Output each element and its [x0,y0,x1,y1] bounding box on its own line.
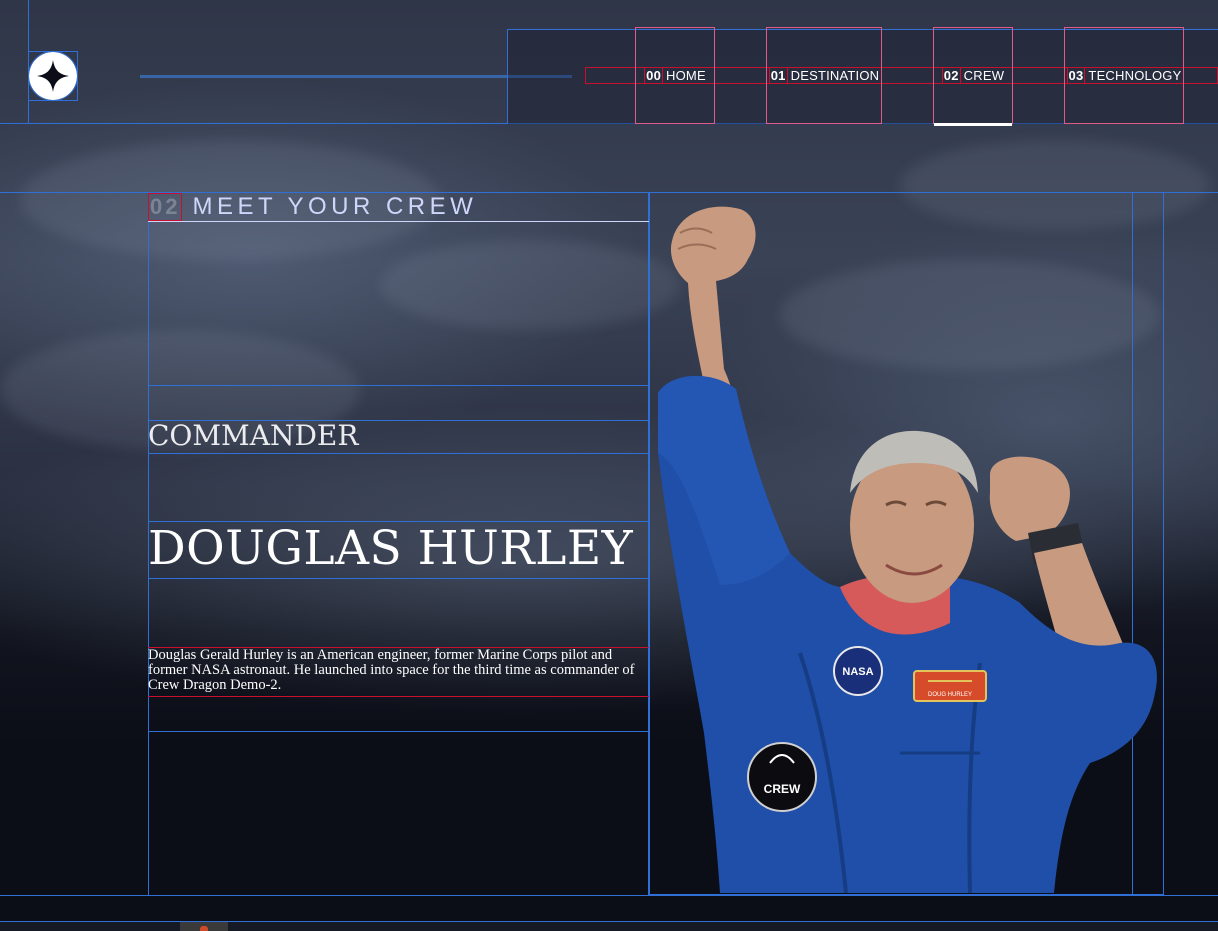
crew-page: 00 HOME 01 DESTINATION 02 CREW 03 TECHNO… [0,0,1218,931]
nav-label: TECHNOLOGY [1088,68,1182,83]
nametag-text: DOUG HURLEY [928,692,972,698]
nav-number: 00 [644,67,664,84]
nav-label: DESTINATION [790,68,880,83]
crew-bio: Douglas Gerald Hurley is an American eng… [148,647,649,697]
taskbar-app-icon[interactable] [200,926,208,931]
nav-item-home[interactable]: 00 HOME [635,27,715,124]
subtitle-text: MEET YOUR CREW [192,192,478,220]
nav-label: CREW [963,68,1005,83]
nav-number: 02 [941,67,961,84]
crew-name: DOUGLAS HURLEY [148,521,649,579]
page-subtitle: 02 MEET YOUR CREW [148,192,649,222]
nav-number: 01 [768,67,788,84]
crew-patch-text: CREW [764,782,801,796]
astronaut-photo: NASA DOUG HURLEY CREW [658,206,1157,893]
logo[interactable] [28,51,78,101]
crew-role: COMMANDER [148,420,649,454]
nasa-patch-text: NASA [842,666,873,678]
nav-item-crew[interactable]: 02 CREW [933,27,1013,126]
nav-label: HOME [666,68,706,83]
subtitle-number: 02 [148,192,183,221]
nav-item-technology[interactable]: 03 TECHNOLOGY [1064,27,1184,124]
nav-item-destination[interactable]: 01 DESTINATION [766,27,882,124]
star-logo-icon [37,60,69,92]
nav-number: 03 [1066,67,1086,84]
